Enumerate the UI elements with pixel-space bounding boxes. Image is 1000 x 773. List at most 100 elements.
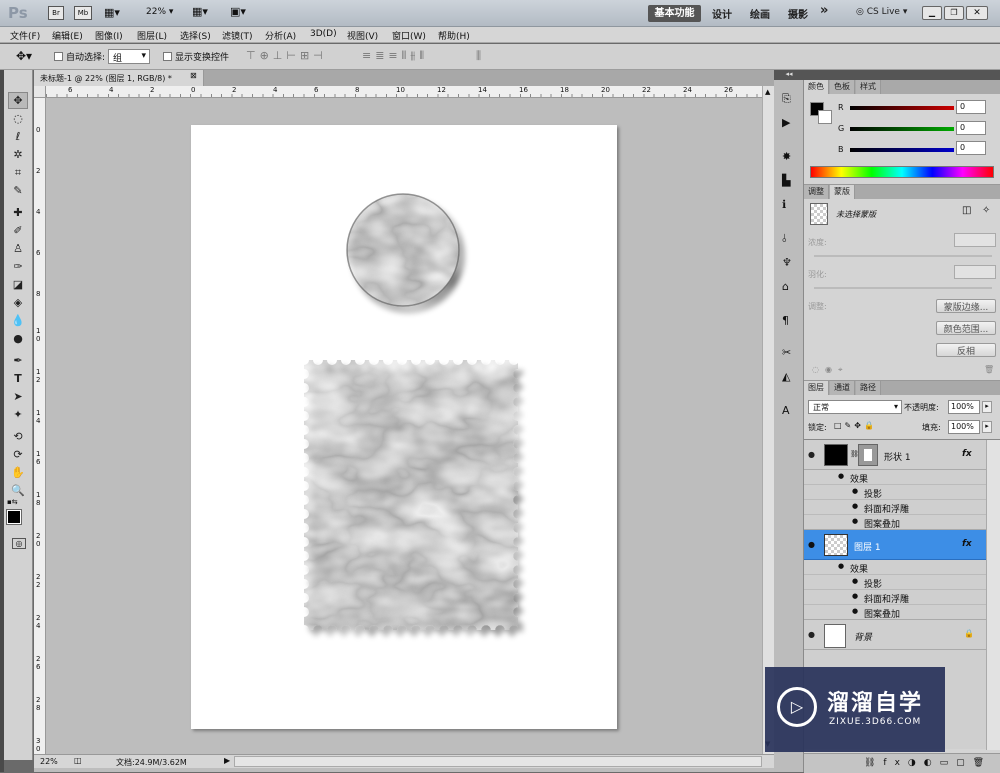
actions-icon[interactable]: ▶ <box>782 116 790 129</box>
eraser-tool-icon[interactable]: ◪ <box>8 276 28 293</box>
align-icons[interactable]: ⊤⊕⊥⊢⊞⊣ <box>246 49 327 62</box>
density-slider[interactable] <box>814 255 992 257</box>
tab-color[interactable]: 颜色 <box>804 80 829 94</box>
status-menu-icon[interactable]: ▶ <box>224 756 230 765</box>
menu-view[interactable]: 视图(V) <box>347 29 378 42</box>
delete-mask-icon[interactable]: 🗑 <box>984 365 994 374</box>
tab-masks[interactable]: 蒙版 <box>830 185 855 199</box>
navigator-icon[interactable]: ✸ <box>782 150 791 163</box>
workspace-more-button[interactable]: » <box>820 3 828 18</box>
close-tab-icon[interactable]: ⊠ <box>190 71 197 80</box>
maximize-button[interactable]: ❐ <box>944 6 964 20</box>
menu-file[interactable]: 文件(F) <box>10 29 40 42</box>
tab-swatches[interactable]: 色板 <box>830 80 855 94</box>
effects-group[interactable]: ● 效果 <box>804 560 986 575</box>
feather-slider[interactable] <box>814 287 992 289</box>
effect-eye-icon[interactable]: ● <box>852 592 858 600</box>
layer-row-layer1[interactable]: ● 图层 1 fx <box>804 530 986 560</box>
foreground-color-swatch[interactable] <box>6 509 22 525</box>
histogram-icon[interactable]: ▙ <box>782 174 790 187</box>
spectrum-bar[interactable] <box>810 166 994 178</box>
channel-g-slider[interactable] <box>850 127 954 131</box>
canvas[interactable] <box>191 125 617 729</box>
minibridge-button[interactable]: Mb <box>74 6 92 20</box>
status-info-icon[interactable]: ◫ <box>74 756 82 765</box>
effect-eye-icon[interactable]: ● <box>852 487 858 495</box>
zoom-select[interactable]: 22% ▾ <box>146 7 173 17</box>
brush-tool-icon[interactable]: ✐ <box>8 222 28 239</box>
tab-layers[interactable]: 图层 <box>804 381 829 395</box>
zoom-tool-icon[interactable]: 🔍 <box>8 482 28 499</box>
menu-window[interactable]: 窗口(W) <box>392 29 426 42</box>
paragraph-icon[interactable]: ¶ <box>782 314 789 327</box>
effect-eye-icon[interactable]: ● <box>838 472 844 480</box>
effect-eye-icon[interactable]: ● <box>852 577 858 585</box>
tab-adjustments[interactable]: 调整 <box>804 185 829 199</box>
mask-footer-icons[interactable]: ◌◉⌖ <box>812 365 848 375</box>
channel-r-value[interactable]: 0 <box>956 100 986 114</box>
dodge-tool-icon[interactable]: ● <box>8 330 28 347</box>
menu-help[interactable]: 帮助(H) <box>438 29 470 42</box>
tab-channels[interactable]: 通道 <box>830 381 855 395</box>
effect-eye-icon[interactable]: ● <box>852 607 858 615</box>
collapse-icon[interactable]: ◂◂ <box>774 70 804 80</box>
character-icon[interactable]: A <box>782 404 790 417</box>
scroll-up-icon[interactable]: ▲ <box>765 88 770 96</box>
channel-g-value[interactable]: 0 <box>956 121 986 135</box>
status-zoom[interactable]: 22% <box>40 757 58 766</box>
workspace-photography[interactable]: 摄影 <box>788 6 808 21</box>
menu-filter[interactable]: 滤镜(T) <box>222 29 253 42</box>
clone-stamp-tool-icon[interactable]: ♙ <box>8 240 28 257</box>
layer-row-background[interactable]: ● 背景 🔒 <box>804 620 986 650</box>
effect-eye-icon[interactable]: ● <box>852 517 858 525</box>
opacity-field[interactable]: 100% <box>948 400 980 414</box>
tab-paths[interactable]: 路径 <box>856 381 881 395</box>
default-colors-icon[interactable]: ▪⇆ <box>7 498 18 506</box>
cslive-button[interactable]: ◎ CS Live ▾ <box>856 7 907 17</box>
opacity-arrow-icon[interactable]: ▸ <box>982 401 992 413</box>
workspace-design[interactable]: 设计 <box>712 6 732 21</box>
workspace-painting[interactable]: 绘画 <box>750 6 770 21</box>
menu-image[interactable]: 图像(I) <box>95 29 123 42</box>
quick-mask-icon[interactable]: ◎ <box>12 538 26 549</box>
path-select-tool-icon[interactable]: ➤ <box>8 388 28 405</box>
menu-analysis[interactable]: 分析(A) <box>265 29 296 42</box>
healing-brush-tool-icon[interactable]: ✚ <box>8 204 28 221</box>
info-icon[interactable]: ℹ <box>782 198 786 211</box>
lasso-tool-icon[interactable]: ℓ <box>8 128 28 145</box>
blend-mode-select[interactable]: 正常 ▾ <box>808 400 902 414</box>
screen-mode-button[interactable]: ▣▾ <box>230 5 246 18</box>
effect-eye-icon[interactable]: ● <box>852 502 858 510</box>
effect-bevel-emboss[interactable]: ● 斜面和浮雕 <box>804 590 986 605</box>
layers-scrollbar[interactable] <box>986 440 1000 750</box>
channel-b-slider[interactable] <box>850 148 954 152</box>
channel-b-value[interactable]: 0 <box>956 141 986 155</box>
minimize-button[interactable]: ▁ <box>922 6 942 20</box>
brushes-icon[interactable]: ⫰ <box>782 232 787 246</box>
background-swatch[interactable] <box>818 110 832 124</box>
menu-select[interactable]: 选择(S) <box>180 29 211 42</box>
marquee-tool-icon[interactable]: ◌ <box>8 110 28 127</box>
visibility-eye-icon[interactable]: ● <box>808 630 815 639</box>
visibility-eye-icon[interactable]: ● <box>808 450 815 459</box>
eyedropper-tool-icon[interactable]: ✎ <box>8 182 28 199</box>
color-range-button[interactable]: 颜色范围... <box>936 321 996 335</box>
tool-presets-icon[interactable]: ⌂ <box>782 280 789 293</box>
mask-edge-button[interactable]: 蒙版边缘... <box>936 299 996 313</box>
history-brush-tool-icon[interactable]: ✑ <box>8 258 28 275</box>
feather-field[interactable] <box>954 265 996 279</box>
horizontal-scrollbar[interactable] <box>234 756 762 767</box>
auto-align-icon[interactable]: ⫼ <box>476 49 481 63</box>
history-icon[interactable]: ⎘ <box>782 92 791 106</box>
fill-field[interactable]: 100% <box>948 420 980 434</box>
bridge-button[interactable]: Br <box>48 6 64 20</box>
layer-row-shape[interactable]: ● ⛓ 形状 1 fx <box>804 440 986 470</box>
add-vector-mask-icon[interactable]: ✧ <box>982 205 990 216</box>
menu-edit[interactable]: 编辑(E) <box>52 29 83 42</box>
arrange-docs-button[interactable]: ▦▾ <box>192 5 208 18</box>
3d-orbit-tool-icon[interactable]: ⟳ <box>8 446 28 463</box>
channel-r-slider[interactable] <box>850 106 954 110</box>
auto-select-dropdown[interactable]: 组 ▾ <box>108 49 150 64</box>
quick-select-tool-icon[interactable]: ✲ <box>8 146 28 163</box>
density-field[interactable] <box>954 233 996 247</box>
